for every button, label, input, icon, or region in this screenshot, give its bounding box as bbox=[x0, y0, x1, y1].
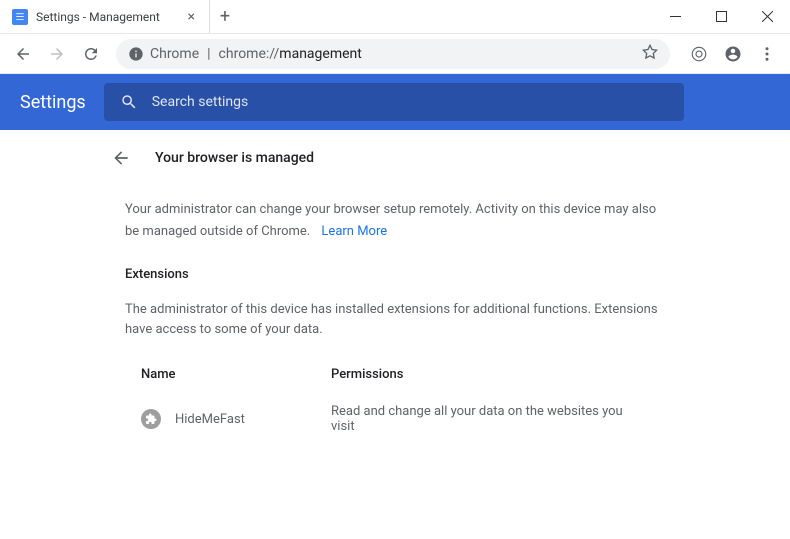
bookmark-star-icon[interactable] bbox=[642, 44, 658, 64]
scheme-label: Chrome bbox=[150, 46, 199, 62]
profile-icon[interactable] bbox=[718, 39, 748, 69]
tab-title: Settings - Management bbox=[36, 10, 176, 24]
extensions-intro-section: The administrator of this device has ins… bbox=[105, 288, 685, 347]
new-tab-button[interactable]: + bbox=[210, 0, 240, 33]
extension-icon[interactable] bbox=[684, 39, 714, 69]
browser-toolbar: Chrome | chrome://management bbox=[0, 34, 790, 74]
close-button[interactable] bbox=[744, 0, 790, 34]
tab-favicon-icon bbox=[12, 9, 28, 25]
column-name: Name bbox=[141, 367, 331, 382]
address-bar[interactable]: Chrome | chrome://management bbox=[116, 39, 670, 69]
minimize-button[interactable] bbox=[652, 0, 698, 34]
learn-more-link[interactable]: Learn More bbox=[321, 224, 387, 239]
url-separator: | bbox=[207, 46, 210, 62]
intro-section: Your administrator can change your brows… bbox=[105, 186, 685, 249]
table-row: HideMeFast Read and change all your data… bbox=[125, 394, 665, 444]
settings-title: Settings bbox=[20, 92, 86, 113]
intro-text: Your administrator can change your brows… bbox=[125, 202, 656, 239]
search-input[interactable] bbox=[152, 94, 668, 110]
tab-close-icon[interactable]: × bbox=[184, 9, 199, 25]
back-button[interactable] bbox=[8, 39, 38, 69]
settings-header: Settings bbox=[0, 74, 790, 130]
search-container[interactable] bbox=[104, 83, 684, 121]
content-area: Your browser is managed Your administrat… bbox=[0, 130, 790, 539]
search-icon bbox=[120, 93, 138, 111]
site-info-icon[interactable]: Chrome bbox=[128, 46, 199, 62]
table-header: Name Permissions bbox=[125, 353, 665, 394]
extensions-heading: Extensions bbox=[105, 249, 685, 288]
window-titlebar: Settings - Management × + bbox=[0, 0, 790, 34]
page-title: Your browser is managed bbox=[155, 150, 314, 166]
maximize-button[interactable] bbox=[698, 0, 744, 34]
extensions-table: Name Permissions HideMeFast Read and cha… bbox=[105, 347, 685, 444]
extension-name: HideMeFast bbox=[175, 412, 331, 427]
extensions-intro-text: The administrator of this device has ins… bbox=[125, 300, 665, 339]
extension-row-icon bbox=[141, 409, 161, 429]
reload-button[interactable] bbox=[76, 39, 106, 69]
back-arrow-icon[interactable] bbox=[111, 148, 131, 168]
column-permissions: Permissions bbox=[331, 367, 649, 382]
page-header: Your browser is managed bbox=[105, 130, 685, 186]
browser-tab[interactable]: Settings - Management × bbox=[0, 0, 210, 33]
window-controls bbox=[652, 0, 790, 33]
forward-button[interactable] bbox=[42, 39, 72, 69]
extension-permissions: Read and change all your data on the web… bbox=[331, 404, 649, 434]
content-card: Your browser is managed Your administrat… bbox=[105, 130, 685, 539]
menu-icon[interactable] bbox=[752, 39, 782, 69]
url-display: chrome://management bbox=[219, 46, 362, 62]
